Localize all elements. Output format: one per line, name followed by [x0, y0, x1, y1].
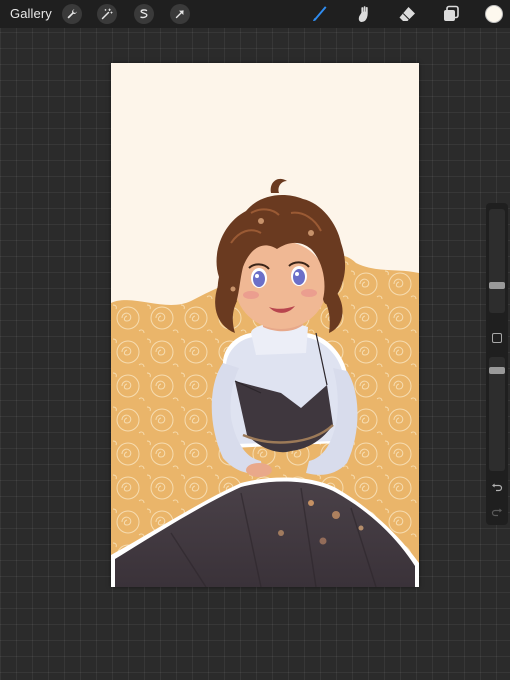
- opacity-handle[interactable]: [489, 367, 505, 374]
- sidebar-controls: [486, 203, 508, 525]
- smudge-icon: [358, 6, 368, 22]
- redo-arrow-icon: [491, 508, 502, 517]
- transform-arrow-icon: [175, 10, 184, 19]
- brush-tool-button[interactable]: [309, 4, 331, 24]
- transform-button[interactable]: [170, 4, 190, 24]
- redo-button[interactable]: [489, 506, 505, 520]
- undo-button[interactable]: [489, 481, 505, 495]
- eraser-tool-button[interactable]: [396, 4, 418, 24]
- selection-button[interactable]: [134, 4, 154, 24]
- opacity-slider[interactable]: [489, 357, 505, 471]
- top-toolbar: Gallery: [0, 0, 510, 28]
- canvas-workspace: Gallery: [0, 0, 510, 680]
- smudge-tool-button[interactable]: [352, 4, 374, 24]
- artwork-illustration: [111, 178, 419, 587]
- wrench-icon: [67, 9, 77, 19]
- brush-size-handle[interactable]: [489, 282, 505, 289]
- selection-icon: [140, 9, 148, 19]
- layers-button[interactable]: [440, 4, 462, 24]
- color-picker-swatch[interactable]: [485, 5, 503, 23]
- magic-wand-icon: [101, 8, 113, 20]
- drawing-canvas[interactable]: [111, 63, 419, 587]
- adjustments-button[interactable]: [97, 4, 117, 24]
- eraser-icon: [399, 7, 415, 21]
- modify-button[interactable]: [492, 333, 502, 343]
- brush-size-slider[interactable]: [489, 209, 505, 313]
- actions-button[interactable]: [62, 4, 82, 24]
- undo-arrow-icon: [492, 483, 503, 492]
- brush-icon: [313, 6, 327, 21]
- gallery-button[interactable]: Gallery: [10, 6, 52, 21]
- layers-icon: [444, 5, 459, 21]
